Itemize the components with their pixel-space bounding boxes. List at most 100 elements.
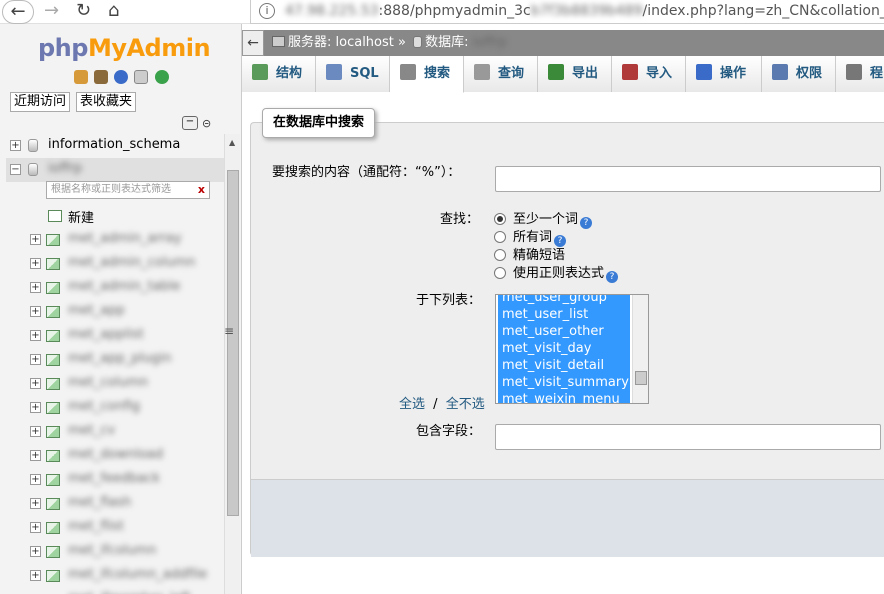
expand-icon[interactable]: + bbox=[30, 306, 41, 317]
expand-icon[interactable]: + bbox=[30, 234, 41, 245]
link-with-main-icon[interactable]: ⊝ bbox=[202, 117, 211, 130]
expand-icon[interactable]: + bbox=[30, 354, 41, 365]
table-icon bbox=[46, 450, 60, 462]
list-option[interactable]: met_user_list bbox=[498, 306, 630, 323]
tab-privileges[interactable]: 权限 bbox=[762, 56, 836, 92]
clear-filter-icon[interactable]: x bbox=[198, 182, 205, 198]
expand-icon[interactable]: + bbox=[30, 474, 41, 485]
phpmyadmin-logo[interactable]: phpMyAdmin bbox=[38, 34, 211, 62]
expand-icon[interactable]: + bbox=[30, 402, 41, 413]
help-icon[interactable] bbox=[114, 70, 129, 84]
tree-item-table[interactable]: + met_admin_array bbox=[6, 228, 224, 252]
tab-structure[interactable]: 结构 bbox=[242, 56, 316, 92]
tree-item-information-schema[interactable]: + information_schema bbox=[6, 134, 224, 158]
search-footer bbox=[251, 479, 884, 557]
radio-button[interactable] bbox=[494, 231, 506, 243]
recent-tables-button[interactable]: 近期访问 bbox=[10, 92, 71, 112]
column-name-input[interactable] bbox=[495, 424, 881, 450]
list-option[interactable]: met_weixin_menu bbox=[498, 391, 630, 403]
collapse-icon[interactable]: − bbox=[10, 164, 21, 175]
tree-item-table[interactable]: + met_cv bbox=[6, 420, 224, 444]
tree-item-table[interactable]: + met_app bbox=[6, 300, 224, 324]
select-all-link[interactable]: 全选 bbox=[399, 397, 425, 412]
tab-query[interactable]: 查询 bbox=[464, 56, 538, 92]
deselect-all-link[interactable]: 全不选 bbox=[446, 397, 485, 412]
tree-item-table[interactable]: + met_applist bbox=[6, 324, 224, 348]
expand-icon[interactable]: + bbox=[10, 140, 21, 151]
tree-item-table[interactable]: + met_feedback bbox=[6, 468, 224, 492]
breadcrumb-db-name[interactable]: ioffrp bbox=[473, 35, 507, 50]
tree-item-new[interactable]: 新建 bbox=[6, 204, 224, 228]
expand-icon[interactable]: + bbox=[30, 282, 41, 293]
option-regex[interactable]: 使用正则表达式? bbox=[494, 262, 619, 283]
navigation-scrollbar[interactable]: ▲ bbox=[224, 134, 240, 594]
tree-item-table[interactable]: + met_admin_table bbox=[6, 276, 224, 300]
table-filter-input[interactable]: 根据名称或正则表达式筛选 x bbox=[46, 181, 210, 199]
option-exact-phrase[interactable]: 精确短语 bbox=[494, 244, 565, 263]
list-option[interactable]: met_visit_detail bbox=[498, 357, 630, 374]
list-option[interactable]: met_user_group bbox=[498, 295, 630, 306]
breadcrumb-server[interactable]: 服务器: localhost bbox=[288, 35, 394, 50]
expand-icon[interactable]: + bbox=[30, 522, 41, 533]
back-arrow-icon[interactable]: ← bbox=[242, 30, 264, 56]
favorite-tables-button[interactable]: 表收藏夹 bbox=[76, 92, 137, 112]
expand-icon[interactable]: + bbox=[30, 450, 41, 461]
tab-search[interactable]: 搜索 bbox=[390, 56, 464, 93]
tab-export[interactable]: 导出 bbox=[538, 56, 612, 92]
collapse-all-icon[interactable]: − bbox=[182, 116, 198, 130]
radio-button[interactable] bbox=[494, 213, 506, 225]
list-scrollbar[interactable] bbox=[632, 295, 648, 403]
scroll-up-icon[interactable]: ▲ bbox=[229, 138, 235, 147]
resize-handle-icon[interactable]: ≡ bbox=[224, 324, 234, 338]
documentation-icon[interactable] bbox=[134, 70, 149, 84]
list-option[interactable]: met_visit_day bbox=[498, 340, 630, 357]
sql-query-icon[interactable] bbox=[94, 70, 109, 84]
forward-arrow-icon[interactable]: → bbox=[44, 0, 59, 22]
expand-icon[interactable]: + bbox=[30, 258, 41, 269]
tree-item-table[interactable]: +met_ifmember_left bbox=[6, 588, 224, 594]
reload-icon[interactable]: ↻ bbox=[76, 0, 91, 22]
tree-item-table[interactable]: + met_admin_column bbox=[6, 252, 224, 276]
tree-item-table[interactable]: + met_config bbox=[6, 396, 224, 420]
tree-item-table[interactable]: + met_ifcolumn bbox=[6, 540, 224, 564]
home-icon[interactable] bbox=[74, 70, 88, 84]
tab-operations[interactable]: 操作 bbox=[686, 56, 762, 92]
breadcrumb-database[interactable]: 数据库: bbox=[425, 35, 468, 50]
list-option[interactable]: met_user_other bbox=[498, 323, 630, 340]
expand-icon[interactable]: + bbox=[30, 498, 41, 509]
tab-import[interactable]: 导入 bbox=[612, 56, 686, 92]
expand-icon[interactable]: + bbox=[30, 546, 41, 557]
expand-icon[interactable]: + bbox=[30, 426, 41, 437]
search-text-input[interactable] bbox=[495, 166, 881, 192]
option-all-words[interactable]: 所有词? bbox=[494, 226, 567, 247]
option-at-least-one[interactable]: 至少一个词? bbox=[494, 208, 593, 229]
radio-button[interactable] bbox=[494, 249, 506, 261]
reload-navigation-icon[interactable] bbox=[154, 70, 169, 84]
tree-item-table[interactable]: + met_download bbox=[6, 444, 224, 468]
expand-icon[interactable]: + bbox=[30, 570, 41, 581]
radio-button[interactable] bbox=[494, 267, 506, 279]
tab-sql[interactable]: SQL bbox=[316, 56, 390, 92]
table-icon bbox=[46, 402, 60, 414]
address-bar[interactable]: i 47.98.225.53:888/phpmyadmin_3cb7f3b8839… bbox=[250, 0, 884, 24]
import-icon bbox=[622, 64, 638, 80]
help-icon[interactable]: ? bbox=[606, 271, 619, 283]
back-arrow-icon[interactable]: ← bbox=[2, 0, 34, 24]
tab-routines[interactable]: 程 bbox=[836, 56, 884, 92]
list-option[interactable]: met_visit_summary bbox=[498, 374, 630, 391]
scroll-thumb[interactable] bbox=[227, 170, 239, 516]
tree-item-table[interactable]: + met_column bbox=[6, 372, 224, 396]
navigation-panel: phpMyAdmin 近期访问 表收藏夹 − ⊝ + information_s… bbox=[0, 24, 242, 594]
info-icon[interactable]: i bbox=[259, 3, 275, 19]
tree-item-table[interactable]: + met_flist bbox=[6, 516, 224, 540]
expand-icon[interactable]: + bbox=[30, 378, 41, 389]
list-scroll-thumb[interactable] bbox=[635, 371, 647, 385]
tables-select-list[interactable]: met_user_group met_user_list met_user_othe… bbox=[495, 294, 649, 404]
tree-item-current-db[interactable]: − ioffrp bbox=[6, 158, 224, 182]
help-icon[interactable]: ? bbox=[580, 217, 593, 229]
tree-item-table[interactable]: + met_ifcolumn_addfile bbox=[6, 564, 224, 588]
home-icon[interactable]: ⌂ bbox=[108, 0, 119, 22]
tree-item-table[interactable]: + met_app_plugin bbox=[6, 348, 224, 372]
tree-item-table[interactable]: + met_flash bbox=[6, 492, 224, 516]
expand-icon[interactable]: + bbox=[30, 330, 41, 341]
